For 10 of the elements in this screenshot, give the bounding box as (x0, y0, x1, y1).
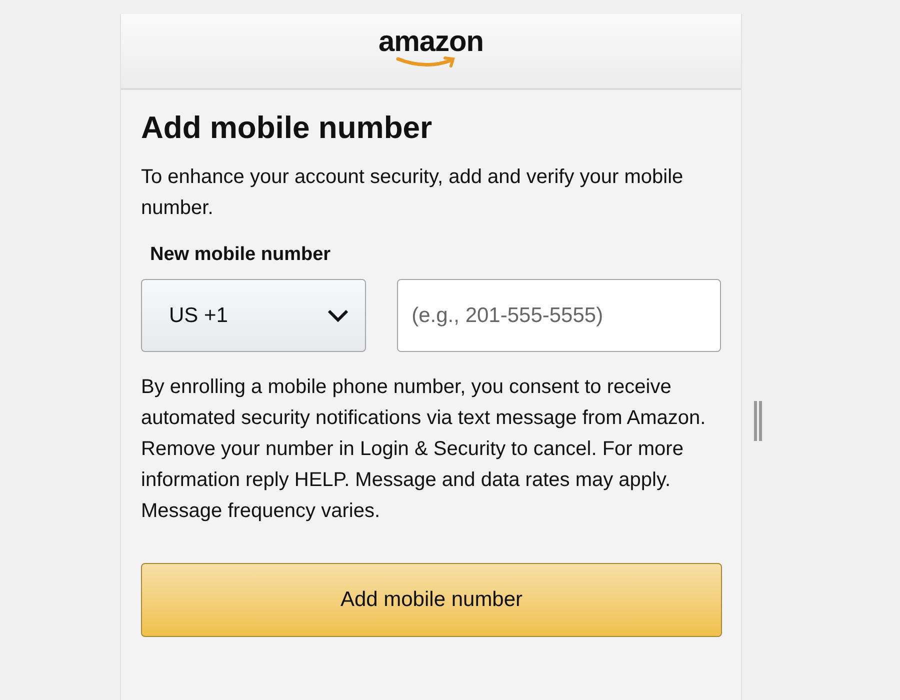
chevron-down-icon (326, 308, 349, 322)
scroll-handle-icon[interactable] (753, 401, 763, 441)
add-mobile-number-button[interactable]: Add mobile number (141, 563, 722, 637)
amazon-logo[interactable]: amazon (378, 28, 484, 74)
phone-number-input[interactable]: (e.g., 201-555-5555) (396, 279, 721, 352)
consent-text: By enrolling a mobile phone number, you consent to receive automated security notifications via text message from Amazon. Remove your number in Login & Security to cancel. For more information reply HELP. Message and data rates may apply. Message frequency varies. (141, 375, 707, 524)
page-title: Add mobile number (141, 109, 434, 147)
description-text: To enhance your account security, add and verify your mobile number. (141, 165, 684, 221)
country-code-dropdown[interactable]: US +1 (141, 279, 366, 352)
field-label: New mobile number (150, 243, 332, 267)
